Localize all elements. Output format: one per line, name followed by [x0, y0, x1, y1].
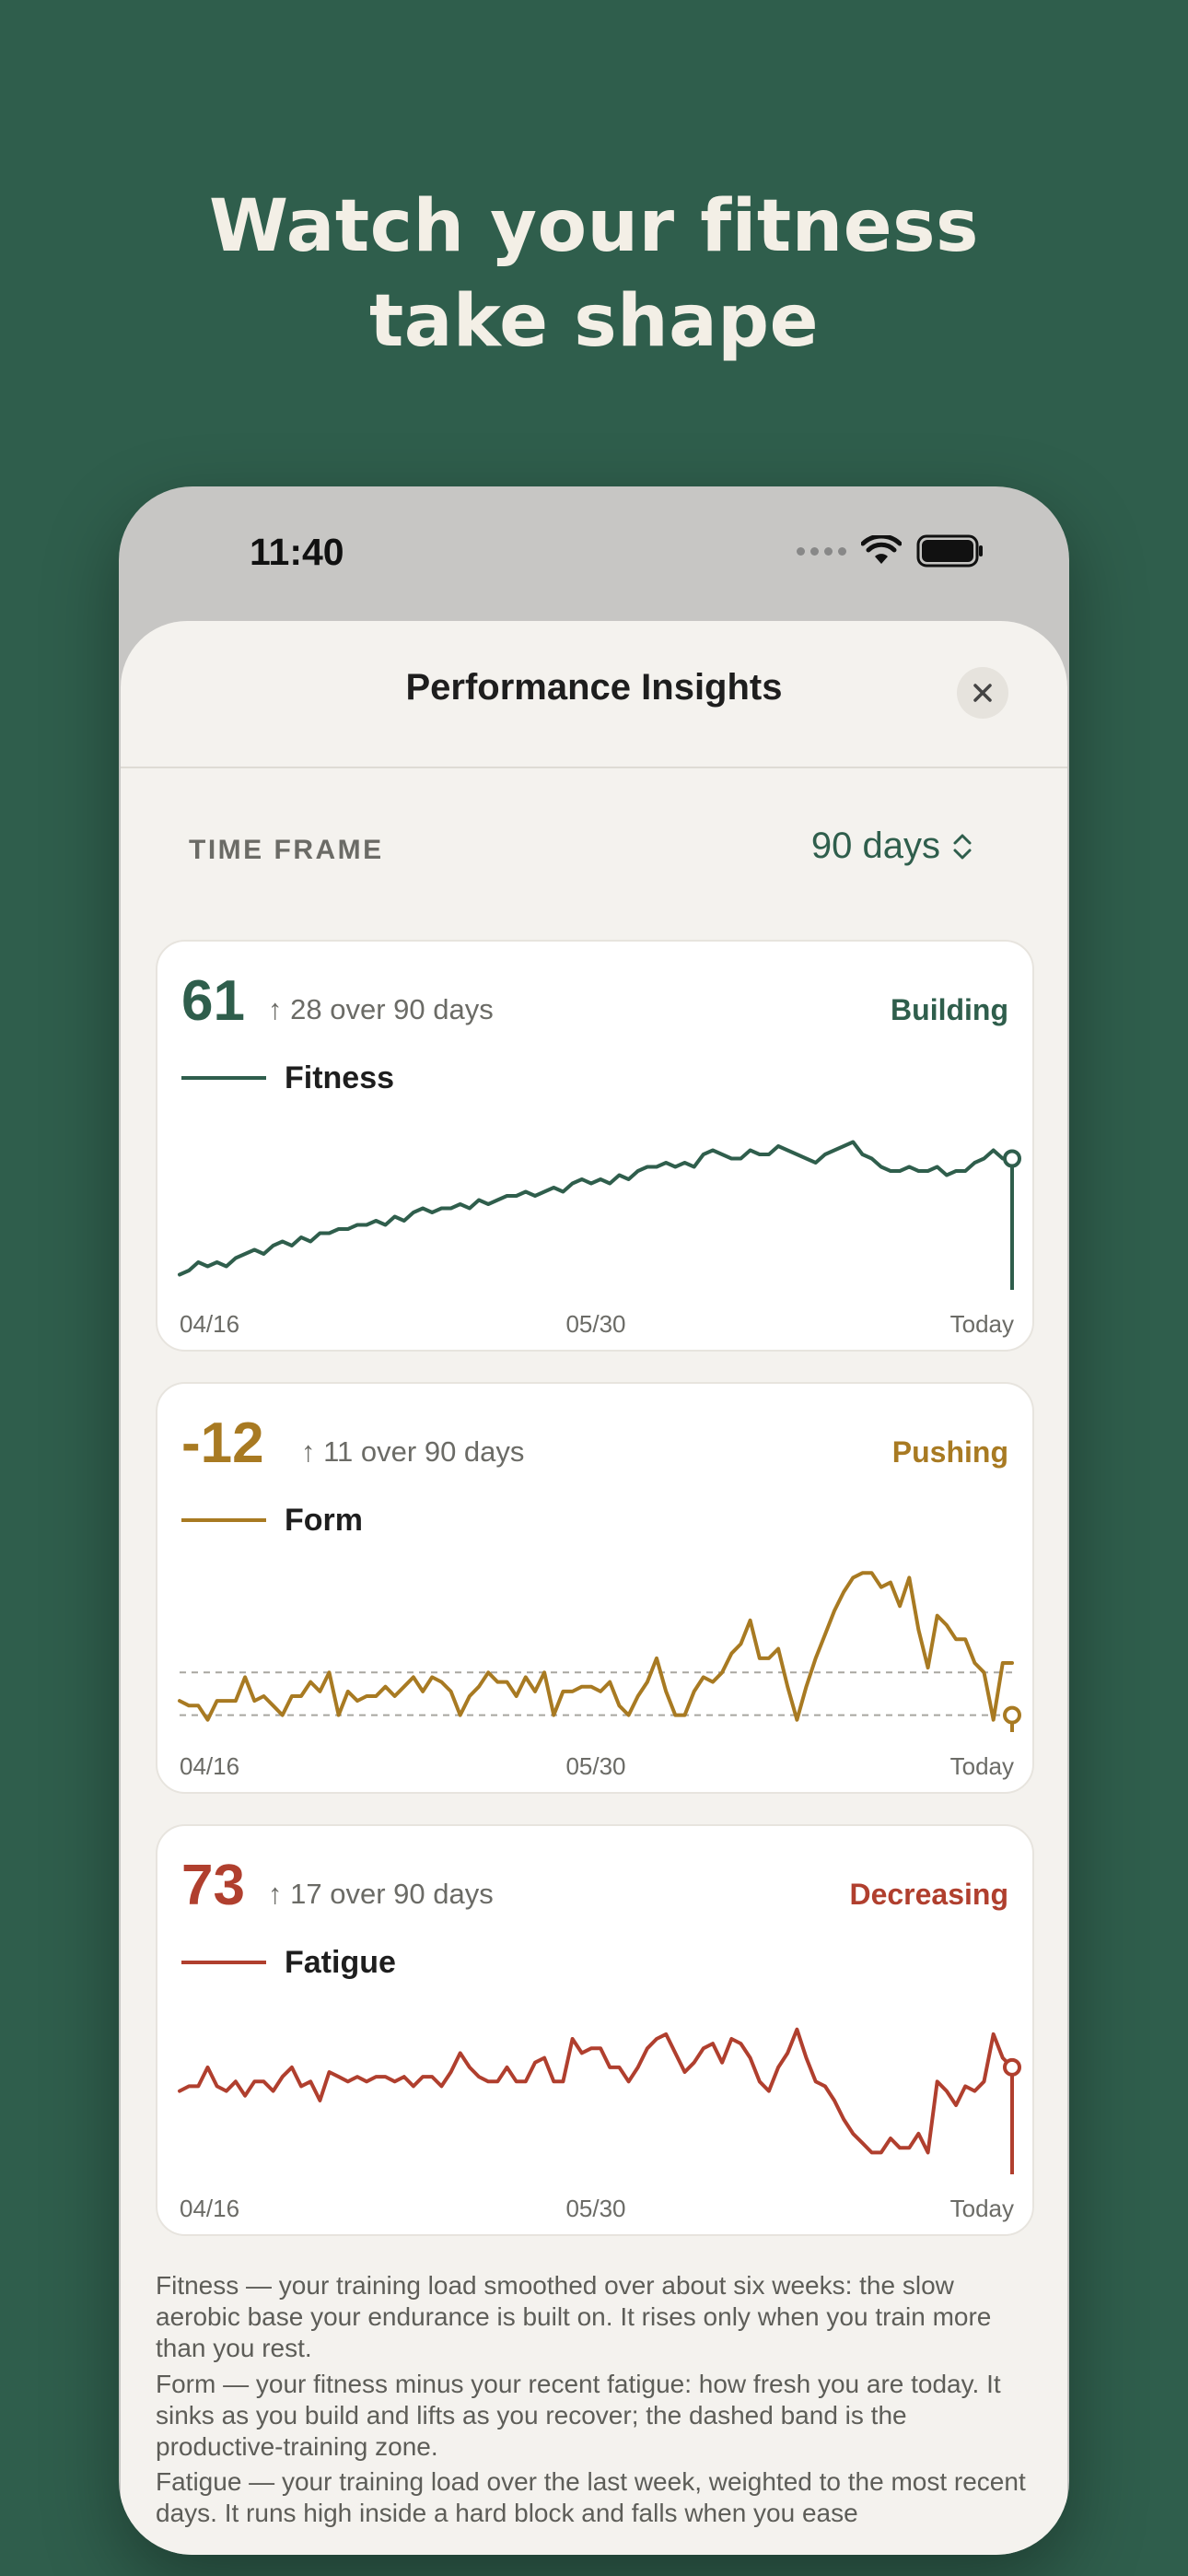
form-card[interactable]: -12 ↑ 11 over 90 days Pushing Form 04/16…	[156, 1382, 1034, 1794]
status-icons	[797, 533, 984, 569]
close-button[interactable]	[957, 667, 1008, 719]
signal-icon	[797, 546, 846, 556]
today-point	[1003, 1149, 1021, 1168]
wifi-icon	[861, 535, 902, 564]
series-line	[178, 1571, 1014, 1722]
x-tick-label: Today	[950, 1752, 1014, 1780]
time-frame-picker[interactable]: 90 days	[811, 825, 973, 867]
form-explainer: Form — your fitness minus your recent fa…	[156, 2370, 1001, 2461]
x-tick-label: 05/30	[565, 2195, 625, 2222]
series-line	[178, 1140, 1014, 1277]
time-frame-value: 90 days	[810, 825, 940, 866]
fitness-card[interactable]: 61 ↑ 28 over 90 days Building Fitness 04…	[156, 940, 1034, 1352]
headline-line-1: Watch your fitness	[209, 185, 979, 268]
phone-frame: 11:40 Performance Insights TIME FRAME 90…	[119, 486, 1069, 2555]
x-tick-label: 04/16	[180, 2195, 239, 2222]
x-tick-label: 05/30	[565, 1752, 625, 1780]
today-point	[1003, 2057, 1021, 2077]
status-time: 11:40	[250, 531, 344, 573]
performance-sheet: Performance Insights TIME FRAME 90 days …	[121, 621, 1067, 2555]
headline: Watch your fitness take shape	[0, 180, 1188, 369]
x-tick-label: Today	[950, 1310, 1014, 1338]
fatigue-chart: 04/16 05/30 Today	[178, 2027, 1021, 2222]
sheet-header: Performance Insights	[121, 621, 1067, 768]
series-line	[178, 2027, 1014, 2155]
form-chart: 04/16 05/30 Today	[178, 1571, 1021, 1780]
fatigue-card[interactable]: 73 ↑ 17 over 90 days Decreasing Fatigue …	[156, 1824, 1034, 2236]
fitness-explainer: Fitness — your training load smoothed ov…	[156, 2271, 992, 2362]
x-tick-label: 04/16	[180, 1752, 239, 1780]
time-frame-label: TIME FRAME	[189, 835, 384, 865]
battery-icon	[916, 534, 983, 568]
x-tick-label: 04/16	[180, 1310, 239, 1338]
today-point	[1003, 1705, 1021, 1725]
x-tick-label: 05/30	[565, 1310, 625, 1338]
headline-line-2: take shape	[368, 280, 820, 363]
chevron-updown-icon	[953, 834, 972, 859]
fatigue-explainer: Fatigue — your training load over the la…	[156, 2467, 1026, 2527]
fitness-chart: 04/16 05/30 Today	[178, 1140, 1021, 1338]
x-tick-label: Today	[950, 2195, 1014, 2222]
time-frame-row: TIME FRAME 90 days	[121, 825, 1067, 881]
sheet-title: Performance Insights	[405, 667, 783, 708]
close-icon	[973, 684, 992, 702]
